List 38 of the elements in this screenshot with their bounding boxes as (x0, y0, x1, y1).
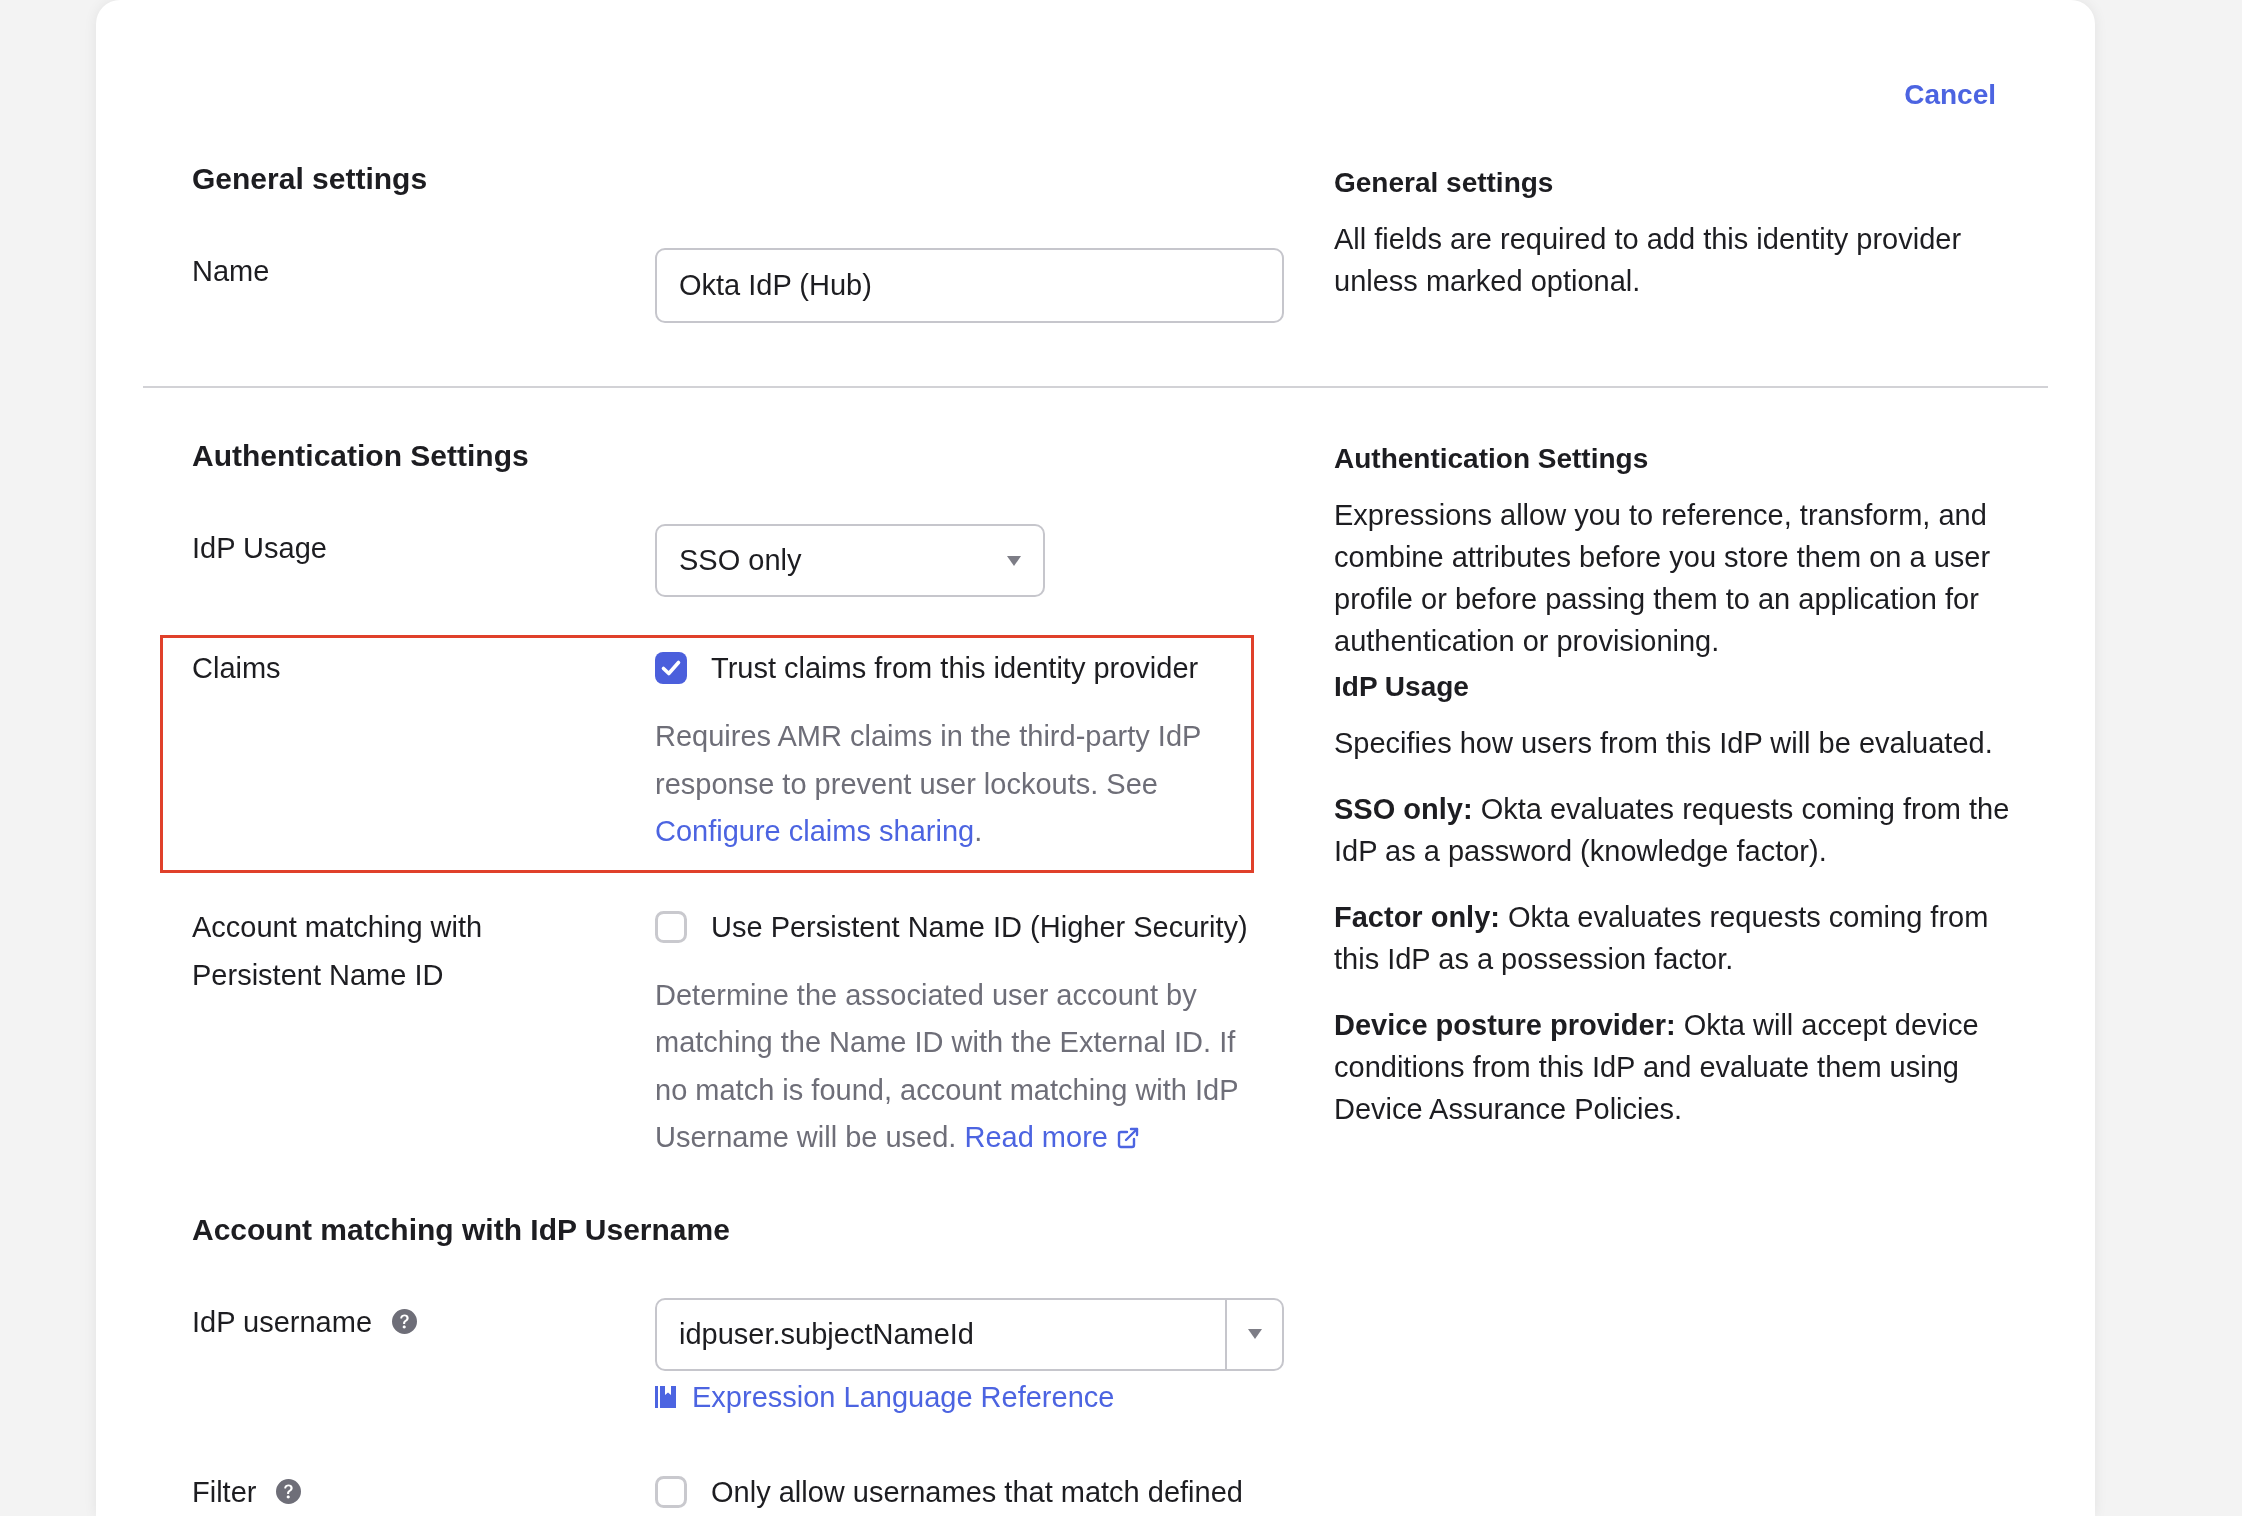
combobox-field[interactable]: idpuser.subjectNameId (655, 1297, 1284, 1371)
help-heading: General settings (1334, 166, 1555, 200)
help-paragraph: Specifies how users from this IdP will be evaluated. (1334, 726, 1994, 761)
help-icon[interactable] (392, 1308, 418, 1334)
select-field[interactable]: SSO only (655, 524, 1045, 597)
section-heading: General settings (192, 161, 429, 197)
reference-link[interactable]: Expression Language Reference (655, 1372, 1115, 1421)
field-label: IdP Usage (192, 531, 327, 566)
book-icon (655, 1385, 676, 1408)
help-text: Determine the associated user account by matching the Name ID with the External ID. If no match is found, account matching with IdP Username will be used. Read more (655, 977, 1240, 1155)
help-paragraph: SSO only: Okta evaluates requests coming from the IdP as a password (knowledge factor). (1334, 792, 2011, 869)
checkbox-label: Use Persistent Name ID (Higher Security) (711, 909, 1248, 945)
field-label: IdP username (192, 1304, 373, 1340)
field-label: Account matching with Persistent Name ID (192, 909, 484, 993)
help-link[interactable]: Configure claims sharing (655, 815, 975, 847)
checkbox[interactable] (655, 1475, 687, 1508)
help-icon[interactable] (276, 1478, 302, 1504)
checkbox[interactable] (655, 910, 687, 943)
help-paragraph: Device posture provider: Okta will accept device conditions from this IdP and evaluate them using Device Assurance Policies. (1334, 1008, 1980, 1127)
field-label: Claims (192, 651, 281, 686)
help-link[interactable]: Read more (964, 1121, 1140, 1153)
text-input[interactable]: Okta IdP (Hub) (655, 248, 1284, 323)
help-heading: IdP Usage (1334, 670, 1470, 704)
help-paragraph: Expressions allow you to reference, transform, and combine attributes before you store them on a user profile or before passing them to an application for authentication or provisioning. (1334, 498, 1992, 659)
caret-icon (1007, 555, 1021, 566)
help-paragraph: Factor only: Okta evaluates requests coming from this IdP as a possession factor. (1334, 900, 1990, 977)
help-paragraph: All fields are required to add this identity provider unless marked optional. (1334, 222, 1963, 299)
checkbox-label: Only allow usernames that match defined (711, 1474, 1243, 1510)
help-text: Requires AMR claims in the third-party IdP response to prevent user lockouts. See Configure claims sharing. (655, 719, 1202, 849)
checkbox-label: Trust claims from this identity provider (711, 651, 1199, 686)
section-heading: Authentication Settings (192, 438, 530, 474)
checkbox[interactable] (655, 652, 687, 684)
caret-icon (1247, 1329, 1262, 1339)
field-label: Filter (192, 1474, 257, 1510)
help-heading: Authentication Settings (1334, 442, 1650, 476)
section-heading: Account matching with IdP Username (192, 1211, 731, 1248)
field-label: Name (192, 254, 270, 289)
cancel-button[interactable]: Cancel (1904, 74, 1996, 116)
